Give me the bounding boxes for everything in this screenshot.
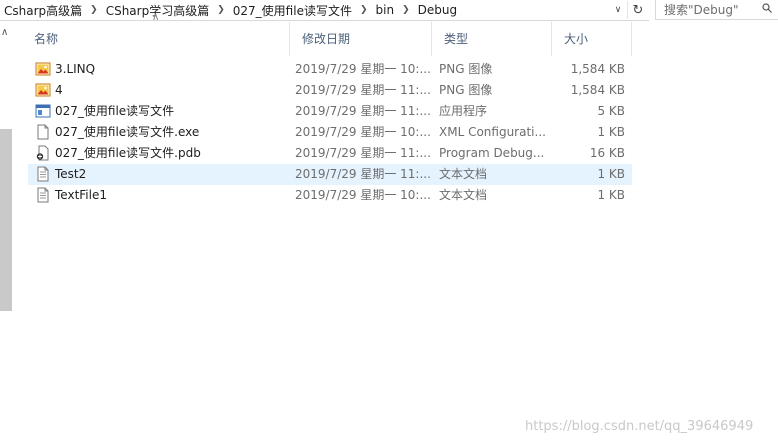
breadcrumb: Csharp高级篇 ❯ CSharp学习高级篇 ❯ 027_使用file读写文件… bbox=[4, 2, 457, 18]
chevron-right-icon[interactable]: ❯ bbox=[360, 5, 368, 15]
text-file-icon bbox=[35, 166, 51, 182]
chevron-right-icon[interactable]: ❯ bbox=[402, 5, 410, 15]
column-header-size[interactable]: 大小 bbox=[552, 22, 632, 56]
breadcrumb-item[interactable]: Csharp高级篇 bbox=[4, 2, 82, 19]
file-size: 1 KB bbox=[597, 167, 625, 181]
breadcrumb-item[interactable]: Debug bbox=[418, 3, 457, 17]
history-dropdown-button[interactable]: ∨ bbox=[609, 1, 627, 19]
file-date: 2019/7/29 星期一 10:... bbox=[295, 188, 430, 202]
file-row[interactable]: 027_使用file读写文件 2019/7/29 星期一 11:... 应用程序 5 … bbox=[28, 101, 632, 122]
search-input[interactable]: 搜索"Debug" bbox=[664, 1, 739, 18]
debug-file-icon bbox=[35, 145, 51, 161]
application-icon bbox=[35, 103, 51, 119]
file-name: 3.LINQ bbox=[55, 62, 96, 76]
refresh-button[interactable]: ↻ bbox=[627, 1, 648, 19]
file-name: 027_使用file读写文件.pdb bbox=[55, 146, 201, 160]
file-type: 应用程序 bbox=[439, 104, 488, 118]
search-icon bbox=[762, 3, 772, 13]
file-row[interactable]: Test2 2019/7/29 星期一 11:... 文本文档 1 KB bbox=[28, 164, 632, 185]
file-row[interactable]: 027_使用file读写文件.pdb 2019/7/29 星期一 11:... Pr… bbox=[28, 143, 632, 164]
column-header-type[interactable]: 类型 bbox=[432, 22, 552, 56]
file-name: TextFile1 bbox=[55, 188, 107, 202]
breadcrumb-item[interactable]: 027_使用file读写文件 bbox=[233, 2, 352, 19]
chevron-right-icon[interactable]: ❯ bbox=[90, 5, 98, 15]
column-header-date[interactable]: 修改日期 bbox=[290, 22, 432, 56]
file-date: 2019/7/29 星期一 11:... bbox=[295, 146, 430, 160]
file-type: PNG 图像 bbox=[439, 83, 493, 97]
file-date: 2019/7/29 星期一 11:... bbox=[295, 167, 430, 181]
column-header-name[interactable]: 名称 bbox=[22, 22, 290, 56]
file-type: Program Debug... bbox=[439, 146, 545, 160]
watermark: https://blog.csdn.net/qq_39646949 bbox=[525, 419, 754, 434]
file-size: 16 KB bbox=[589, 146, 625, 160]
file-name: 027_使用file读写文件 bbox=[55, 104, 175, 118]
file-size: 1,584 KB bbox=[570, 83, 625, 97]
image-file-icon bbox=[35, 82, 51, 98]
column-headers: ∧ 名称 修改日期 类型 大小 bbox=[22, 12, 634, 56]
refresh-icon: ↻ bbox=[632, 2, 644, 18]
nav-scrollbar-thumb[interactable] bbox=[0, 129, 12, 311]
navigation-pane[interactable]: ∧ bbox=[0, 21, 12, 447]
breadcrumb-item[interactable]: bin bbox=[376, 3, 395, 17]
blank-file-icon bbox=[35, 124, 51, 140]
file-type: PNG 图像 bbox=[439, 62, 493, 76]
file-date: 2019/7/29 星期一 11:... bbox=[295, 83, 430, 97]
file-size: 1 KB bbox=[597, 125, 625, 139]
file-row[interactable]: 3.LINQ 2019/7/29 星期一 10:... PNG 图像 1,584 KB bbox=[28, 59, 632, 80]
chevron-right-icon[interactable]: ❯ bbox=[217, 5, 225, 15]
file-date: 2019/7/29 星期一 11:... bbox=[295, 104, 430, 118]
image-file-icon bbox=[35, 61, 51, 77]
file-name: Test2 bbox=[55, 167, 87, 181]
file-row[interactable]: 4 2019/7/29 星期一 11:... PNG 图像 1,584 KB bbox=[28, 80, 632, 101]
file-date: 2019/7/29 星期一 10:... bbox=[295, 62, 430, 76]
file-name: 4 bbox=[55, 83, 63, 97]
file-size: 5 KB bbox=[597, 104, 625, 118]
file-name: 027_使用file读写文件.exe bbox=[55, 125, 200, 139]
file-type: 文本文档 bbox=[439, 188, 488, 202]
chevron-down-icon: ∨ bbox=[614, 5, 622, 15]
file-size: 1,584 KB bbox=[570, 62, 625, 76]
file-size: 1 KB bbox=[597, 188, 625, 202]
search-box[interactable]: 搜索"Debug" bbox=[655, 0, 778, 20]
address-bar[interactable]: Csharp高级篇 ❯ CSharp学习高级篇 ❯ 027_使用file读写文件… bbox=[0, 0, 649, 21]
file-row[interactable]: TextFile1 2019/7/29 星期一 10:... 文本文档 1 KB bbox=[28, 185, 632, 206]
text-file-icon bbox=[35, 187, 51, 203]
scroll-up-icon[interactable]: ∧ bbox=[1, 27, 8, 38]
file-date: 2019/7/29 星期一 10:... bbox=[295, 125, 430, 139]
file-row[interactable]: 027_使用file读写文件.exe 2019/7/29 星期一 10:... XM… bbox=[28, 122, 632, 143]
file-type: XML Configurati... bbox=[439, 125, 546, 139]
file-type: 文本文档 bbox=[439, 167, 488, 181]
